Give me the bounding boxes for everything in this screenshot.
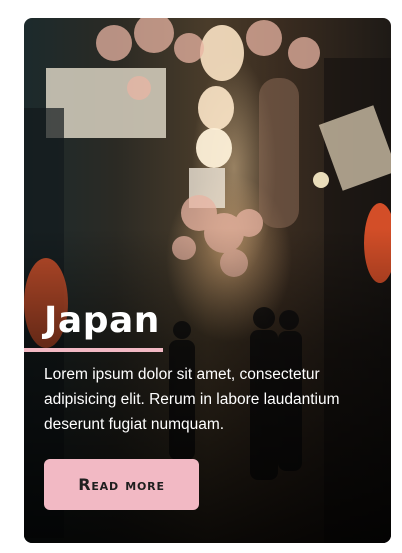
read-more-button[interactable]: Read more (44, 459, 199, 510)
card-title: Japan (44, 300, 160, 341)
card-description: Lorem ipsum dolor sit amet, consectetur … (44, 366, 340, 433)
title-underline (24, 348, 163, 352)
destination-card: Japan Lorem ipsum dolor sit amet, consec… (24, 18, 391, 543)
